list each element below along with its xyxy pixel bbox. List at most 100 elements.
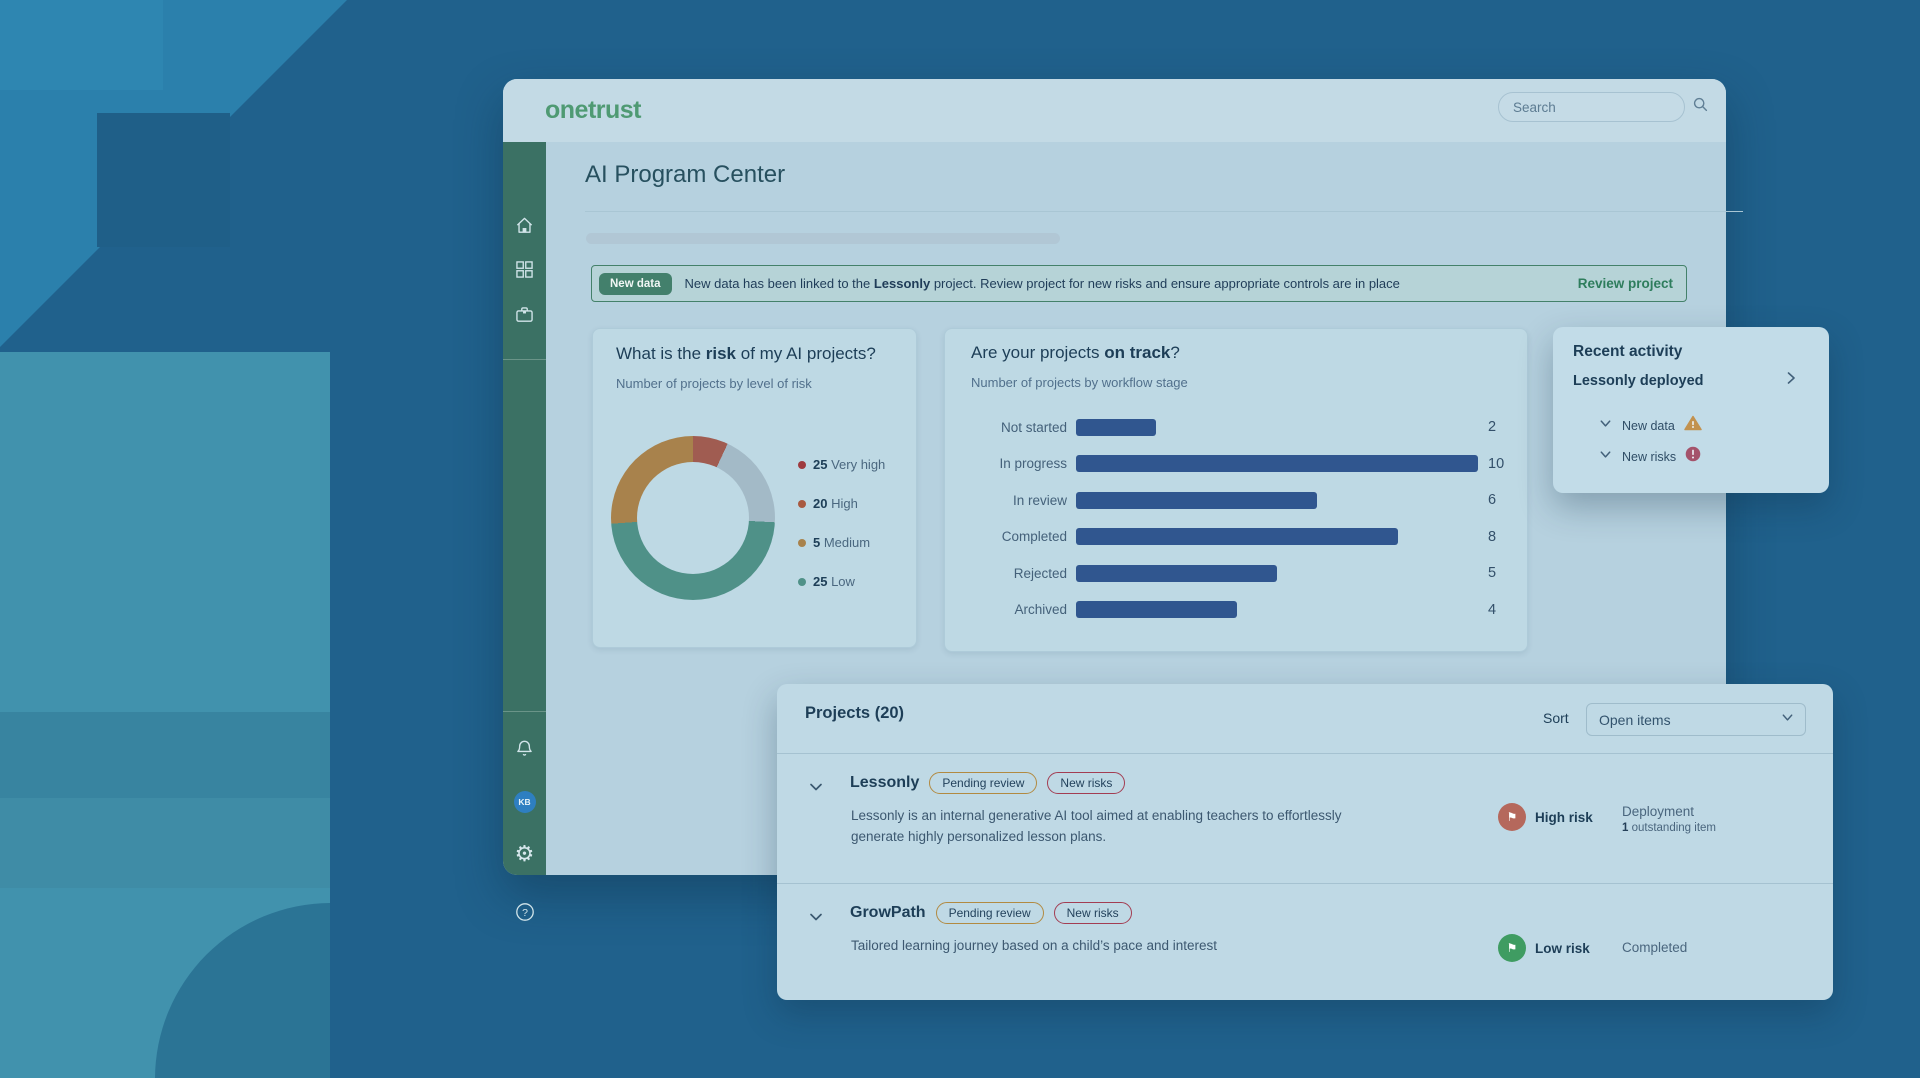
recent-activity-panel: Recent activity Lessonly deployed New da… [1553, 327, 1829, 493]
legend-text: 25 Low [813, 574, 855, 589]
background-dark-square [97, 113, 230, 247]
chevron-right-icon[interactable] [1783, 370, 1799, 391]
risk-donut-chart [611, 436, 775, 600]
bar-row: Archived 4 [945, 592, 1505, 629]
sort-dropdown[interactable]: Open items [1586, 703, 1806, 736]
projects-title: Projects (20) [805, 704, 904, 723]
background-teal-band-mid [0, 798, 330, 888]
sidebar-item-home[interactable] [503, 215, 546, 241]
risk-chart-title: What is the risk of my AI projects? [616, 344, 876, 364]
background-teal-column [0, 352, 330, 1078]
bar-value: 4 [1488, 602, 1496, 618]
legend-item: 5 Medium [798, 523, 885, 562]
page-title: AI Program Center [585, 161, 785, 189]
review-project-link[interactable]: Review project [1578, 276, 1673, 291]
bar [1076, 601, 1237, 618]
sidebar-item-projects[interactable] [503, 304, 546, 330]
bar-track [1076, 419, 1478, 436]
sidebar-item-help[interactable]: ? [503, 901, 546, 928]
bar-category-label: In progress [945, 456, 1067, 471]
sidebar-nav: KB ⚙ ? [503, 142, 546, 875]
apps-grid-icon [514, 259, 535, 285]
project-badge: Pending review [936, 902, 1044, 924]
bar-track [1076, 492, 1478, 509]
risk-legend: 25 Very high 20 High 5 Medium 25 Low [798, 445, 885, 601]
bar-row: In review 6 [945, 482, 1505, 519]
sidebar-divider-top [503, 359, 546, 360]
legend-dot-icon [798, 461, 806, 469]
bar-track [1076, 455, 1478, 472]
svg-text:?: ? [522, 907, 528, 919]
bar-row: In progress 10 [945, 446, 1505, 483]
desktop-canvas: onetrust [0, 0, 1920, 1078]
flag-icon: ⚑ [1498, 934, 1526, 962]
sidebar-item-apps[interactable] [503, 259, 546, 285]
chevron-down-icon[interactable] [1598, 447, 1613, 467]
bar-category-label: Archived [945, 602, 1067, 617]
briefcase-icon [514, 304, 535, 330]
sort-label: Sort [1543, 710, 1569, 726]
risk-chart-subtitle: Number of projects by level of risk [616, 376, 812, 391]
bar-value: 8 [1488, 529, 1496, 545]
project-expand-chevron[interactable] [807, 778, 825, 801]
projects-row-divider [777, 883, 1833, 884]
donut-hole [637, 462, 749, 574]
activity-item: New data [1598, 415, 1702, 436]
bar [1076, 565, 1277, 582]
risk-chart-card: What is the risk of my AI projects? Numb… [592, 328, 917, 648]
activity-item-label: New risks [1622, 450, 1676, 464]
bar-track [1076, 528, 1478, 545]
project-description: Tailored learning journey based on a chi… [851, 936, 1371, 957]
recent-activity-title: Recent activity [1573, 343, 1682, 361]
chevron-down-icon[interactable] [1598, 416, 1613, 436]
risk-label: Low risk [1535, 941, 1590, 956]
project-expand-chevron[interactable] [807, 908, 825, 931]
project-risk: ⚑ High risk [1498, 803, 1593, 831]
project-description: Lessonly is an internal generative AI to… [851, 806, 1371, 848]
sort-dropdown-value: Open items [1599, 712, 1780, 728]
bell-icon [514, 738, 535, 764]
home-icon [514, 215, 535, 241]
bar [1076, 419, 1156, 436]
flag-icon: ⚑ [1498, 803, 1526, 831]
sidebar-item-notifications[interactable] [503, 738, 546, 764]
bar-category-label: Rejected [945, 566, 1067, 581]
warning-triangle-icon [1684, 415, 1702, 436]
project-risk: ⚑ Low risk [1498, 934, 1590, 962]
sidebar-item-settings[interactable]: ⚙ [503, 843, 546, 865]
search-input[interactable] [1511, 99, 1692, 116]
bar-value: 6 [1488, 492, 1496, 508]
legend-dot-icon [798, 500, 806, 508]
project-status: Completed [1622, 940, 1687, 955]
project-name-row: GrowPath Pending review New risks [850, 902, 1132, 924]
bar-category-label: Completed [945, 529, 1067, 544]
legend-dot-icon [798, 578, 806, 586]
bar-track [1076, 601, 1478, 618]
legend-dot-icon [798, 539, 806, 547]
search-box[interactable] [1498, 92, 1685, 122]
risk-label: High risk [1535, 810, 1593, 825]
help-icon: ? [514, 901, 536, 928]
projects-panel: Projects (20) Sort Open items Lessonly Pe… [777, 684, 1833, 1000]
loading-skeleton-bar [586, 233, 1060, 244]
project-status-secondary: 1 outstanding item [1622, 822, 1716, 834]
legend-item: 25 Low [798, 562, 885, 601]
avatar: KB [514, 791, 536, 813]
project-name[interactable]: Lessonly [850, 774, 919, 792]
activity-item: New risks [1598, 446, 1701, 467]
project-badge: Pending review [929, 772, 1037, 794]
bar-value: 5 [1488, 565, 1496, 581]
legend-item: 20 High [798, 484, 885, 523]
recent-activity-event: Lessonly deployed [1573, 373, 1704, 389]
projects-divider [777, 753, 1833, 754]
activity-item-label: New data [1622, 419, 1675, 433]
background-corner-block [0, 0, 163, 90]
sidebar-item-profile[interactable]: KB [503, 791, 546, 813]
search-icon [1692, 96, 1709, 118]
project-badge: New risks [1054, 902, 1132, 924]
project-name[interactable]: GrowPath [850, 904, 926, 922]
project-badge: New risks [1047, 772, 1125, 794]
new-data-badge: New data [599, 273, 672, 295]
bar-row: Not started 2 [945, 409, 1505, 446]
sidebar-divider-bottom [503, 711, 546, 712]
